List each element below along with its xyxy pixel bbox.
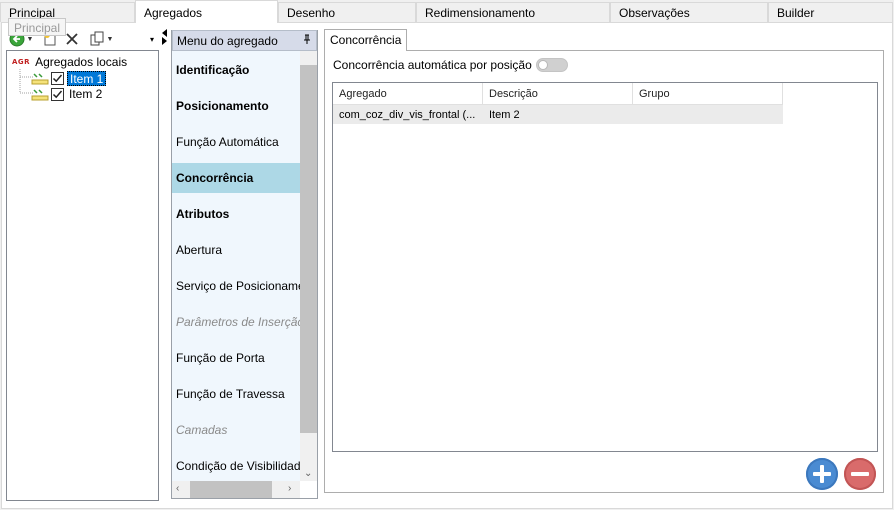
aggregate-item-icon bbox=[31, 89, 49, 101]
cell-descricao[interactable]: Item 2 bbox=[483, 105, 633, 124]
tab-desenho[interactable]: Desenho bbox=[278, 2, 416, 22]
concurrency-grid: Agregado Descrição Grupo com_coz_div_vis… bbox=[332, 82, 878, 452]
menu-item-servico-posicionamento[interactable]: Serviço de Posicionamen bbox=[172, 271, 300, 301]
tree-item[interactable]: Item 1 bbox=[31, 70, 107, 86]
chevron-down-icon: ▼ bbox=[26, 35, 34, 43]
column-header-agregado[interactable]: Agregado bbox=[333, 83, 483, 105]
item-checkbox[interactable] bbox=[51, 87, 64, 101]
scroll-down-icon[interactable]: ⌄ bbox=[304, 468, 312, 479]
auto-concurrency-row: Concorrência automática por posição bbox=[333, 57, 568, 73]
tree-item-label: Item 2 bbox=[69, 86, 103, 101]
menu-item-atributos[interactable]: Atributos bbox=[172, 199, 300, 229]
tree-root[interactable]: AGR Agregados locais bbox=[12, 54, 127, 70]
menu-item-funcao-automatica[interactable]: Função Automática bbox=[172, 127, 300, 157]
menu-item-funcao-travessa[interactable]: Função de Travessa bbox=[172, 379, 300, 409]
copy-button[interactable]: ▼ bbox=[86, 29, 116, 49]
toggle-knob bbox=[537, 60, 548, 70]
tree-item[interactable]: Item 2 bbox=[31, 86, 104, 102]
collapse-arrows-icon bbox=[162, 29, 167, 45]
menu-item-identificacao[interactable]: Identificação bbox=[172, 55, 300, 85]
minus-icon bbox=[851, 465, 869, 483]
top-tab-strip: Principal Agregados Desenho Redimensiona… bbox=[0, 0, 894, 23]
pin-icon[interactable] bbox=[303, 34, 311, 48]
tab-observacoes[interactable]: Observações bbox=[610, 2, 768, 22]
tooltip: Principal bbox=[8, 18, 67, 36]
table-row[interactable]: com_coz_div_vis_frontal (... Item 2 bbox=[333, 105, 783, 124]
menu-item-camadas: Camadas bbox=[176, 423, 228, 437]
tab-builder[interactable]: Builder bbox=[768, 2, 893, 22]
menu-item-concorrencia[interactable]: Concorrência bbox=[172, 163, 300, 193]
copy-icon bbox=[90, 31, 104, 46]
menu-item-condicao-visibilidade[interactable]: Condição de Visibilidade bbox=[172, 451, 300, 481]
checkmark-icon bbox=[52, 90, 63, 98]
overflow-chevron-icon: ▾ bbox=[149, 34, 154, 44]
tab-agregados[interactable]: Agregados bbox=[135, 0, 278, 23]
remove-button[interactable] bbox=[844, 458, 876, 490]
menu-header: Menu do agregado bbox=[172, 30, 317, 51]
scroll-thumb[interactable] bbox=[190, 481, 272, 498]
menu-horizontal-scrollbar[interactable]: ‹ › bbox=[172, 481, 300, 498]
cell-agregado[interactable]: com_coz_div_vis_frontal (... bbox=[333, 105, 483, 124]
tab-redimensionamento[interactable]: Redimensionamento bbox=[416, 2, 610, 22]
close-icon bbox=[66, 33, 78, 45]
menu-header-title: Menu do agregado bbox=[177, 34, 278, 48]
item-checkbox[interactable] bbox=[51, 71, 64, 85]
plus-icon bbox=[813, 465, 831, 483]
menu-vertical-scrollbar[interactable]: ⌄ bbox=[300, 51, 317, 481]
grid-header: Agregado Descrição Grupo bbox=[333, 83, 783, 105]
agr-icon: AGR bbox=[12, 58, 31, 66]
splitter-collapse[interactable] bbox=[159, 27, 171, 50]
auto-concurrency-toggle[interactable] bbox=[535, 58, 568, 72]
menu-item-funcao-porta[interactable]: Função de Porta bbox=[172, 343, 300, 373]
scroll-right-icon[interactable]: › bbox=[288, 483, 291, 494]
add-button[interactable] bbox=[806, 458, 838, 490]
menu-item-posicionamento[interactable]: Posicionamento bbox=[172, 91, 300, 121]
tree-panel: AGR Agregados locais Item 1 Item 2 bbox=[6, 50, 159, 501]
chevron-down-icon: ▼ bbox=[106, 35, 114, 43]
cell-grupo[interactable] bbox=[633, 105, 783, 124]
column-header-grupo[interactable]: Grupo bbox=[633, 83, 783, 105]
scroll-thumb[interactable] bbox=[300, 65, 317, 433]
overflow-button[interactable]: ▾ bbox=[146, 29, 158, 49]
aggregate-item-icon bbox=[31, 73, 49, 85]
tree-item-label: Item 1 bbox=[67, 70, 107, 86]
checkmark-icon bbox=[52, 74, 63, 82]
menu-item-abertura[interactable]: Abertura bbox=[172, 235, 300, 265]
toggle-label: Concorrência automática por posição bbox=[333, 58, 532, 72]
menu-list: Identificação Posicionamento Função Auto… bbox=[172, 51, 300, 481]
menu-item-parametros-insercao: Parâmetros de Inserção bbox=[176, 315, 300, 329]
tree-root-label: Agregados locais bbox=[35, 55, 128, 69]
tab-concorrencia[interactable]: Concorrência bbox=[324, 29, 408, 51]
column-header-descricao[interactable]: Descrição bbox=[483, 83, 633, 105]
scroll-left-icon[interactable]: ‹ bbox=[176, 483, 179, 494]
